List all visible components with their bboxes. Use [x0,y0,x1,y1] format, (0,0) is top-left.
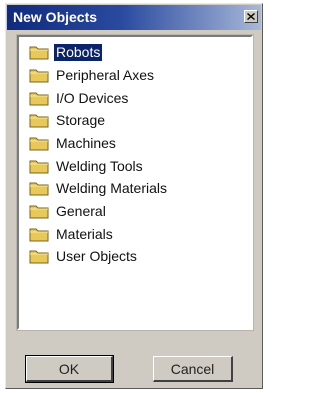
tree-item-welding-materials[interactable]: Welding Materials [29,178,169,198]
tree-item-robots[interactable]: Robots [29,42,103,62]
close-icon [247,13,255,20]
folder-icon [29,46,49,60]
tree-item-label: Storage [56,111,106,128]
tree-item-welding-tools[interactable]: Welding Tools [29,156,145,176]
tree-item-label: General [56,202,106,219]
tree-item-label: Materials [56,225,113,242]
tree-item-label: Peripheral Axes [56,66,155,83]
window-title: New Objects [13,9,98,25]
title-bar[interactable]: New Objects [7,5,261,30]
tree-item-io-devices[interactable]: I/O Devices [29,88,130,108]
tree-item-label: User Objects [56,247,137,264]
ok-button[interactable]: OK [25,355,114,383]
tree-item-label: Welding Materials [56,179,168,196]
tree-item-label: Robots [54,43,103,61]
tree-item-storage[interactable]: Storage [29,110,107,130]
tree-item-label: Machines [56,134,116,151]
folder-icon [29,205,49,219]
tree-item-label: Welding Tools [56,157,143,174]
tree-item-general[interactable]: General [29,201,108,221]
folder-icon [29,160,49,174]
tree-item-peripheral-axes[interactable]: Peripheral Axes [29,65,156,85]
folder-icon [29,114,49,128]
folder-icon [29,228,49,242]
close-button[interactable] [244,10,258,23]
object-tree[interactable]: Robots Peripheral Axes I/O Devices Stora… [16,34,254,331]
tree-item-materials[interactable]: Materials [29,224,115,244]
new-objects-dialog: New Objects Robots Peripheral Axes I/O D… [5,3,263,389]
cancel-button[interactable]: Cancel [153,356,233,382]
tree-item-label: I/O Devices [56,89,129,106]
folder-icon [29,137,49,151]
folder-icon [29,92,49,106]
folder-icon [29,69,49,83]
tree-item-user-objects[interactable]: User Objects [29,246,139,266]
folder-icon [29,250,49,264]
tree-item-machines[interactable]: Machines [29,133,118,153]
folder-icon [29,182,49,196]
